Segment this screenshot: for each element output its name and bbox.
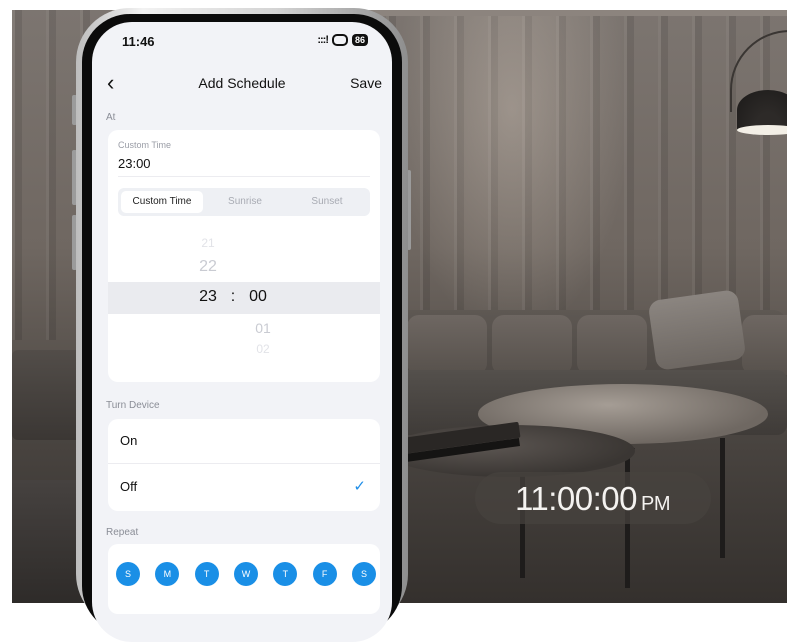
minute-option[interactable]: 02 bbox=[248, 342, 278, 356]
cushion bbox=[407, 315, 487, 375]
signal-icon: :::! bbox=[317, 34, 329, 46]
cushion bbox=[577, 315, 647, 375]
clock-time: 11:00:00 bbox=[515, 480, 638, 517]
day-wednesday[interactable]: W bbox=[233, 562, 258, 586]
clock-period: PM bbox=[641, 493, 671, 515]
hour-selected[interactable]: 23 bbox=[188, 288, 228, 306]
link-icon bbox=[331, 34, 348, 46]
battery-icon: 86 bbox=[351, 34, 368, 46]
cushion bbox=[647, 289, 747, 371]
table-leg bbox=[720, 438, 725, 558]
segment-sunrise[interactable]: Sunrise bbox=[204, 191, 286, 213]
repeat-card: S M T W T F S bbox=[108, 544, 380, 614]
status-icons: :::! 86 bbox=[317, 34, 368, 46]
day-tuesday[interactable]: T bbox=[194, 562, 219, 586]
status-time: 11:46 bbox=[122, 34, 155, 49]
clock-overlay-text: 11:00:00 PM bbox=[515, 480, 671, 518]
day-sunday[interactable]: S bbox=[116, 562, 140, 586]
hour-option[interactable]: 22 bbox=[188, 258, 228, 276]
time-mode-segmented-control: Custom Time Sunrise Sunset bbox=[118, 188, 370, 216]
option-on-row[interactable]: On bbox=[108, 419, 380, 464]
status-bar: 11:46 :::! 86 bbox=[92, 22, 392, 58]
option-off-label: Off bbox=[120, 479, 138, 494]
time-card: Custom Time 23:00 Custom Time Sunrise Su… bbox=[108, 130, 380, 382]
cushion bbox=[492, 315, 572, 375]
device-action-card: On Off ✓ bbox=[108, 419, 380, 511]
custom-time-value[interactable]: 23:00 bbox=[118, 156, 151, 171]
minute-selected[interactable]: 00 bbox=[238, 288, 278, 306]
segment-sunset[interactable]: Sunset bbox=[286, 191, 368, 213]
option-on-label: On bbox=[120, 433, 138, 448]
page-title: Add Schedule bbox=[198, 75, 286, 91]
weekday-selector: S M T W T F S bbox=[116, 562, 376, 586]
minute-option[interactable]: 01 bbox=[248, 320, 278, 336]
cushion bbox=[742, 315, 787, 375]
day-saturday[interactable]: S bbox=[351, 562, 376, 586]
wall-light bbox=[392, 10, 632, 340]
at-section-label: At bbox=[106, 112, 116, 123]
phone-screen: 11:46 :::! 86 ‹ Add Schedule Save At Cus… bbox=[92, 22, 392, 642]
day-thursday[interactable]: T bbox=[273, 562, 298, 586]
turn-device-label: Turn Device bbox=[106, 400, 160, 411]
custom-time-label: Custom Time bbox=[118, 140, 172, 150]
nav-bar: ‹ Add Schedule Save bbox=[92, 70, 392, 100]
repeat-label: Repeat bbox=[106, 527, 139, 538]
lamp-shade bbox=[737, 90, 787, 130]
segment-custom-time[interactable]: Custom Time bbox=[121, 191, 203, 213]
day-monday[interactable]: M bbox=[155, 562, 180, 586]
checkmark-icon: ✓ bbox=[353, 478, 366, 495]
save-button[interactable]: Save bbox=[350, 75, 382, 91]
day-friday[interactable]: F bbox=[312, 562, 337, 586]
hour-option[interactable]: 21 bbox=[188, 236, 228, 250]
option-off-row[interactable]: Off ✓ bbox=[108, 465, 380, 509]
divider bbox=[118, 176, 370, 177]
